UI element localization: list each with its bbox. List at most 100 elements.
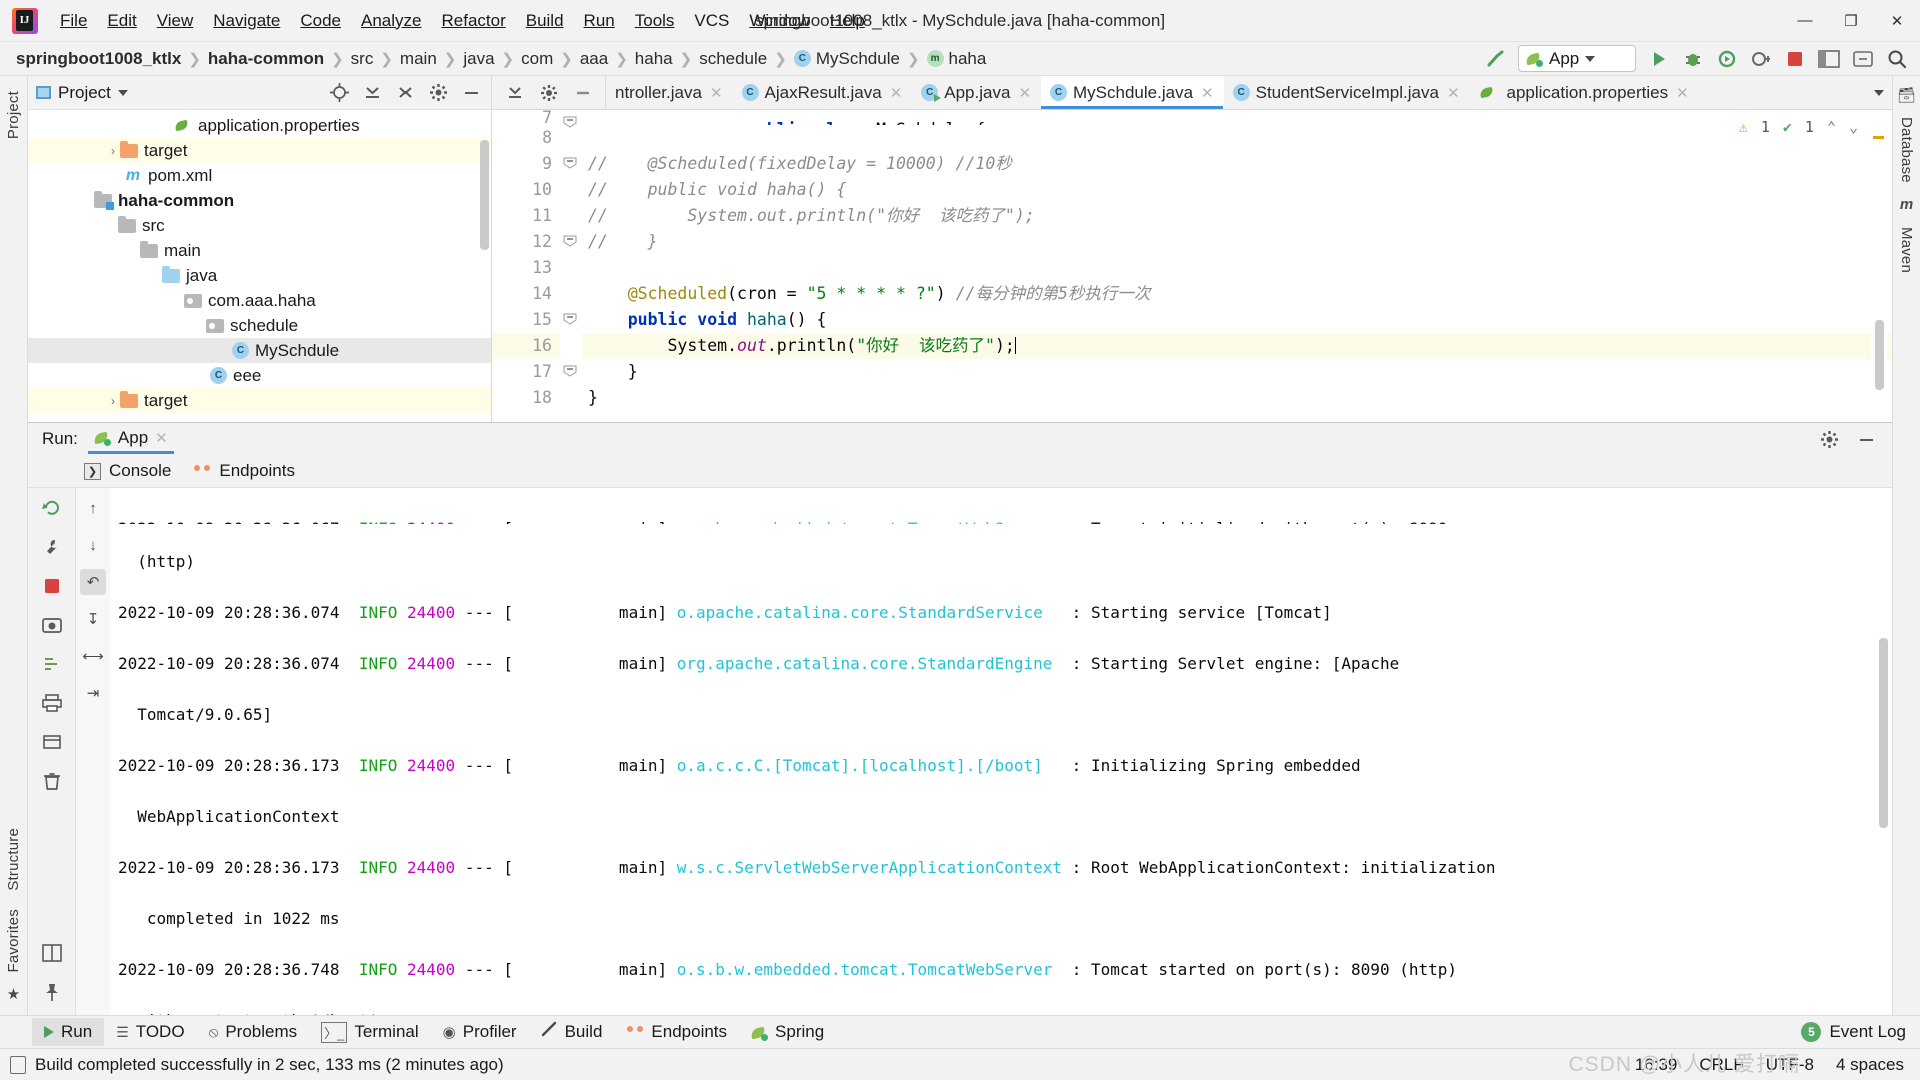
tool-button-profiler[interactable]: ◉ Profiler: [431, 1018, 529, 1046]
tree-item-myschdule[interactable]: C MySchdule: [28, 338, 491, 363]
tool-button-problems[interactable]: ⦸ Problems: [197, 1018, 310, 1046]
menu-file[interactable]: File: [50, 7, 97, 35]
chevron-down-icon[interactable]: ⱟ: [126, 244, 140, 258]
tool-button-spring[interactable]: Spring: [739, 1018, 836, 1046]
chevron-right-icon[interactable]: ›: [106, 394, 120, 408]
tab-application-properties[interactable]: application.properties ✕: [1470, 76, 1699, 109]
tool-button-endpoints[interactable]: Endpoints: [614, 1018, 739, 1046]
database-icon[interactable]: 🗃: [1894, 82, 1920, 108]
minimize-button[interactable]: —: [1782, 0, 1828, 42]
tree-item-target-1[interactable]: › target: [28, 138, 491, 163]
tree-item-com-aaa-haha[interactable]: ⱟ com.aaa.haha: [28, 288, 491, 313]
inspection-widget[interactable]: ⚠ 1 ✔ 1 ⌃ ⌄: [1739, 118, 1858, 136]
debug-icon[interactable]: [1681, 47, 1704, 70]
export-icon[interactable]: ⇥: [80, 680, 106, 706]
menu-help[interactable]: Help: [820, 7, 875, 35]
close-icon[interactable]: ✕: [155, 429, 168, 447]
run-icon[interactable]: [1647, 47, 1670, 70]
gear-icon[interactable]: [537, 81, 560, 104]
tree-item-eee[interactable]: C eee: [28, 363, 491, 388]
breadcrumb-item-com[interactable]: com: [519, 49, 555, 69]
menu-vcs[interactable]: VCS: [684, 7, 739, 35]
chevron-down-icon[interactable]: ⱟ: [192, 319, 206, 333]
project-tree[interactable]: application.properties › target m pom.xm…: [28, 110, 491, 422]
breadcrumb-item-aaa[interactable]: aaa: [578, 49, 610, 69]
project-tree-scrollbar[interactable]: [480, 140, 489, 250]
chevron-down-icon[interactable]: ⱟ: [148, 269, 162, 283]
menu-refactor[interactable]: Refactor: [431, 7, 515, 35]
close-icon[interactable]: ✕: [1447, 84, 1460, 102]
favorites-star-icon[interactable]: ★: [1, 981, 27, 1007]
chevron-down-icon[interactable]: ⱟ: [104, 219, 118, 233]
console-scrollbar[interactable]: [1879, 638, 1888, 828]
stop-icon[interactable]: [39, 573, 65, 599]
rerun-icon[interactable]: [39, 495, 65, 521]
menu-view[interactable]: View: [147, 7, 204, 35]
updates-icon[interactable]: [1851, 47, 1874, 70]
run-configuration-selector[interactable]: App: [1518, 45, 1636, 72]
menu-run[interactable]: Run: [574, 7, 625, 35]
tool-button-todo[interactable]: ☰ TODO: [104, 1018, 196, 1046]
breadcrumb-item-src[interactable]: src: [349, 49, 376, 69]
tab-ajaxresult-java[interactable]: C AjaxResult.java ✕: [733, 76, 913, 109]
console-output[interactable]: 2022-10-09 20:28:36.067 INFO 24400 --- […: [110, 488, 1892, 1015]
status-encoding[interactable]: UTF-8: [1766, 1055, 1814, 1075]
hammer-icon[interactable]: [1484, 47, 1507, 70]
status-indent[interactable]: 4 spaces: [1836, 1055, 1904, 1075]
chevron-down-icon[interactable]: ⱟ: [170, 294, 184, 308]
move-icon[interactable]: ⟷: [80, 643, 106, 669]
screenshot-icon[interactable]: [39, 612, 65, 638]
menu-tools[interactable]: Tools: [625, 7, 685, 35]
close-icon[interactable]: ✕: [1201, 84, 1214, 102]
tab-endpoints[interactable]: Endpoints: [193, 461, 295, 481]
tree-item-src[interactable]: ⱟ src: [28, 213, 491, 238]
code-lines[interactable]: public class MySchdule { // @Scheduled(f…: [582, 110, 1892, 422]
close-icon[interactable]: ✕: [890, 84, 903, 102]
soft-wrap-icon[interactable]: ↶: [80, 569, 106, 595]
breadcrumb-item-main[interactable]: main: [398, 49, 439, 69]
locate-icon[interactable]: [328, 81, 351, 104]
gear-icon[interactable]: [427, 81, 450, 104]
print-icon[interactable]: [39, 690, 65, 716]
layout-icon[interactable]: [39, 940, 65, 966]
menu-edit[interactable]: Edit: [97, 7, 146, 35]
close-icon[interactable]: ✕: [710, 84, 723, 102]
close-icon[interactable]: ✕: [1676, 84, 1689, 102]
code-editor[interactable]: 7 8 9 10 11 12 13 14 15 16 17 18 // @Sch…: [492, 110, 1892, 422]
scroll-up-icon[interactable]: ↑: [80, 495, 106, 521]
maven-icon[interactable]: m: [1894, 192, 1920, 218]
menu-code[interactable]: Code: [290, 7, 351, 35]
fold-gutter[interactable]: [560, 110, 582, 422]
sidebar-item-favorites[interactable]: Favorites: [1, 900, 26, 982]
breadcrumb-item-java[interactable]: java: [461, 49, 496, 69]
trash-icon[interactable]: [39, 768, 65, 794]
profiler-icon[interactable]: [1749, 47, 1772, 70]
expand-icon[interactable]: [394, 81, 417, 104]
run-with-coverage-icon[interactable]: [1715, 47, 1738, 70]
breadcrumb-item-class[interactable]: C MySchdule: [792, 49, 902, 69]
collapse-all-icon[interactable]: [503, 81, 526, 104]
tab-controller-java[interactable]: ntroller.java ✕: [606, 76, 733, 109]
run-tab-app[interactable]: App ✕: [88, 424, 174, 454]
close-icon[interactable]: ✕: [1018, 84, 1031, 102]
clear-all-icon[interactable]: [39, 729, 65, 755]
tree-item-java[interactable]: ⱟ java: [28, 263, 491, 288]
tab-myschdule-java[interactable]: C MySchdule.java ✕: [1041, 76, 1224, 109]
maximize-button[interactable]: ❐: [1828, 0, 1874, 42]
chevron-down-icon[interactable]: ⱟ: [80, 194, 94, 208]
tree-item-application-properties[interactable]: application.properties: [28, 113, 491, 138]
event-log-button[interactable]: 5 Event Log: [1801, 1022, 1920, 1042]
pin-icon[interactable]: [39, 979, 65, 1005]
menu-window[interactable]: Window: [739, 7, 819, 35]
scroll-to-end-icon[interactable]: ↧: [80, 606, 106, 632]
tool-button-terminal[interactable]: 〉_ Terminal: [309, 1018, 430, 1047]
breadcrumb-item-module[interactable]: haha-common: [206, 49, 326, 69]
menu-build[interactable]: Build: [516, 7, 574, 35]
tab-app-java[interactable]: C App.java ✕: [912, 76, 1041, 109]
tab-studentserviceimpl-java[interactable]: C StudentServiceImpl.java ✕: [1224, 76, 1470, 109]
tool-button-build[interactable]: Build: [529, 1017, 615, 1047]
menu-navigate[interactable]: Navigate: [203, 7, 290, 35]
scroll-down-icon[interactable]: ↓: [80, 532, 106, 558]
chevron-right-icon[interactable]: ›: [106, 144, 120, 158]
menu-analyze[interactable]: Analyze: [351, 7, 431, 35]
